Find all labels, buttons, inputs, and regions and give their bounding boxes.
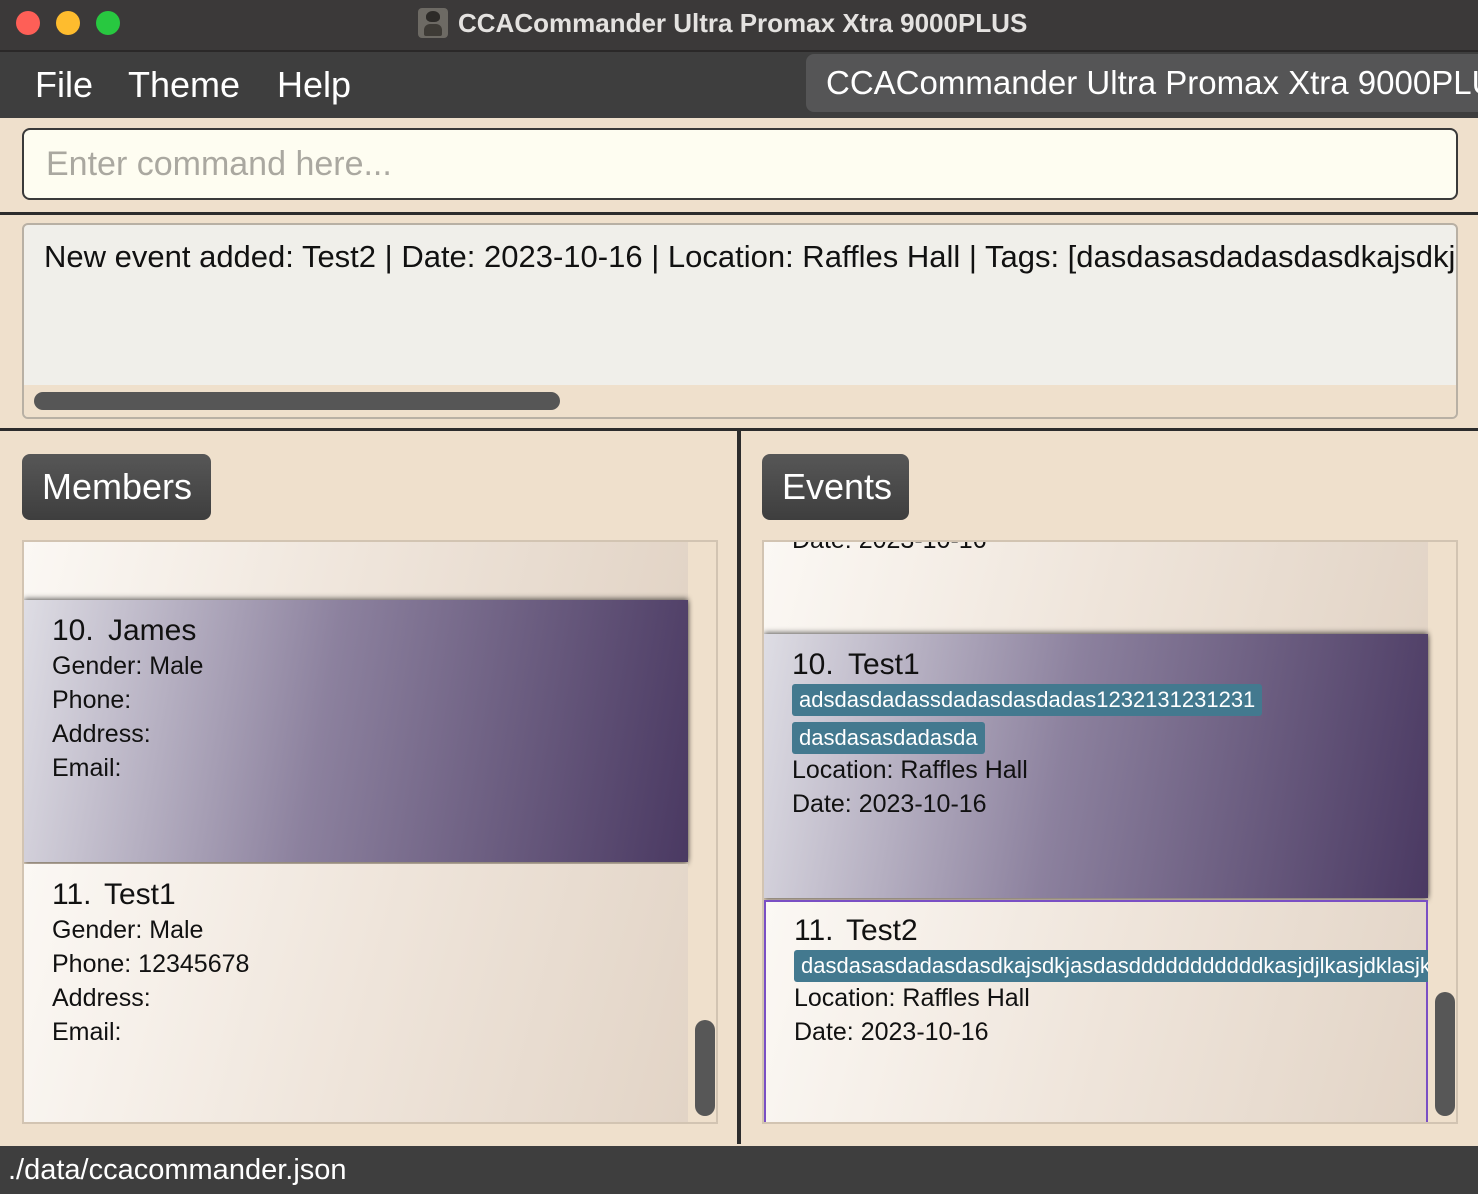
member-phone: Phone:	[52, 686, 132, 714]
result-message: New event added: Test2 | Date: 2023-10-1…	[44, 239, 1456, 274]
event-index: 11.	[794, 914, 834, 947]
title-bar: CCACommander Ultra Promax Xtra 9000PLUS	[0, 0, 1478, 52]
event-index: 10.	[792, 648, 834, 681]
command-input[interactable]	[22, 128, 1458, 200]
member-name: Test1	[104, 878, 176, 911]
event-name: Test1	[848, 648, 920, 681]
members-label: Members	[22, 454, 211, 520]
event-location: Location: Raffles Hall	[792, 756, 1028, 784]
member-email: Email:	[52, 754, 122, 782]
event-location: Location: Raffles Hall	[794, 984, 1030, 1012]
member-index: 10.	[52, 614, 94, 647]
event-tag: dasdasasdadasdasdkajsdkjasdasddddddddddd…	[794, 950, 1428, 982]
member-email: Email:	[52, 1018, 122, 1046]
member-card[interactable]: 10. James Gender: Male Phone: Address: E…	[24, 600, 688, 862]
close-window-button[interactable]	[16, 11, 40, 35]
maximize-window-button[interactable]	[96, 11, 120, 35]
result-horizontal-scrollbar[interactable]	[24, 385, 1456, 417]
panel-divider	[737, 431, 741, 1144]
member-name: James	[108, 614, 197, 647]
event-date: Date: 2023-10-16	[792, 540, 987, 554]
status-bar: ./data/ccacommander.json	[0, 1146, 1478, 1194]
event-card-partial[interactable]: Date: 2023-10-16	[764, 542, 1428, 634]
members-scrollbar-thumb[interactable]	[695, 1020, 715, 1116]
member-phone: Phone: 12345678	[52, 950, 250, 978]
event-date: Date: 2023-10-16	[794, 1018, 989, 1046]
events-scrollbar-thumb[interactable]	[1435, 992, 1455, 1116]
app-header-title: CCACommander Ultra Promax Xtra 9000PLUS	[806, 54, 1478, 112]
command-box-area	[0, 118, 1478, 215]
event-tag: dasdasasdadasda	[792, 722, 985, 754]
event-card-selected[interactable]: 11. Test2 dasdasasdadasdasdkajsdkjasdasd…	[764, 900, 1428, 1122]
events-label: Events	[762, 454, 909, 520]
minimize-window-button[interactable]	[56, 11, 80, 35]
result-display: New event added: Test2 | Date: 2023-10-1…	[22, 223, 1458, 419]
menu-theme[interactable]: Theme	[128, 64, 240, 106]
save-file-path: ./data/ccacommander.json	[8, 1154, 347, 1186]
result-scrollbar-thumb[interactable]	[34, 392, 560, 410]
members-list[interactable]: 10. James Gender: Male Phone: Address: E…	[22, 540, 718, 1124]
event-date: Date: 2023-10-16	[792, 790, 987, 818]
event-card[interactable]: 10. Test1 adsdasdadassdadasdasdadas12321…	[764, 634, 1428, 898]
member-index: 11.	[52, 878, 92, 911]
member-card[interactable]: 11. Test1 Gender: Male Phone: 12345678 A…	[24, 864, 688, 1122]
result-display-area: New event added: Test2 | Date: 2023-10-1…	[0, 215, 1478, 431]
member-address: Address:	[52, 984, 151, 1012]
menu-help[interactable]: Help	[277, 64, 351, 106]
member-address: Address:	[52, 720, 151, 748]
member-gender: Gender: Male	[52, 916, 204, 944]
member-card-partial[interactable]	[24, 542, 688, 600]
event-name: Test2	[846, 914, 918, 947]
events-list[interactable]: Date: 2023-10-16 10. Test1 adsdasdadassd…	[762, 540, 1458, 1124]
window-title: CCACommander Ultra Promax Xtra 9000PLUS	[458, 8, 1028, 38]
member-gender: Gender: Male	[52, 652, 204, 680]
menu-bar: File Theme Help CCACommander Ultra Proma…	[0, 52, 1478, 118]
menu-file[interactable]: File	[35, 64, 93, 106]
app-logo-icon	[418, 8, 448, 38]
event-tag: adsdasdadassdadasdasdadas1232131231231	[792, 684, 1263, 716]
